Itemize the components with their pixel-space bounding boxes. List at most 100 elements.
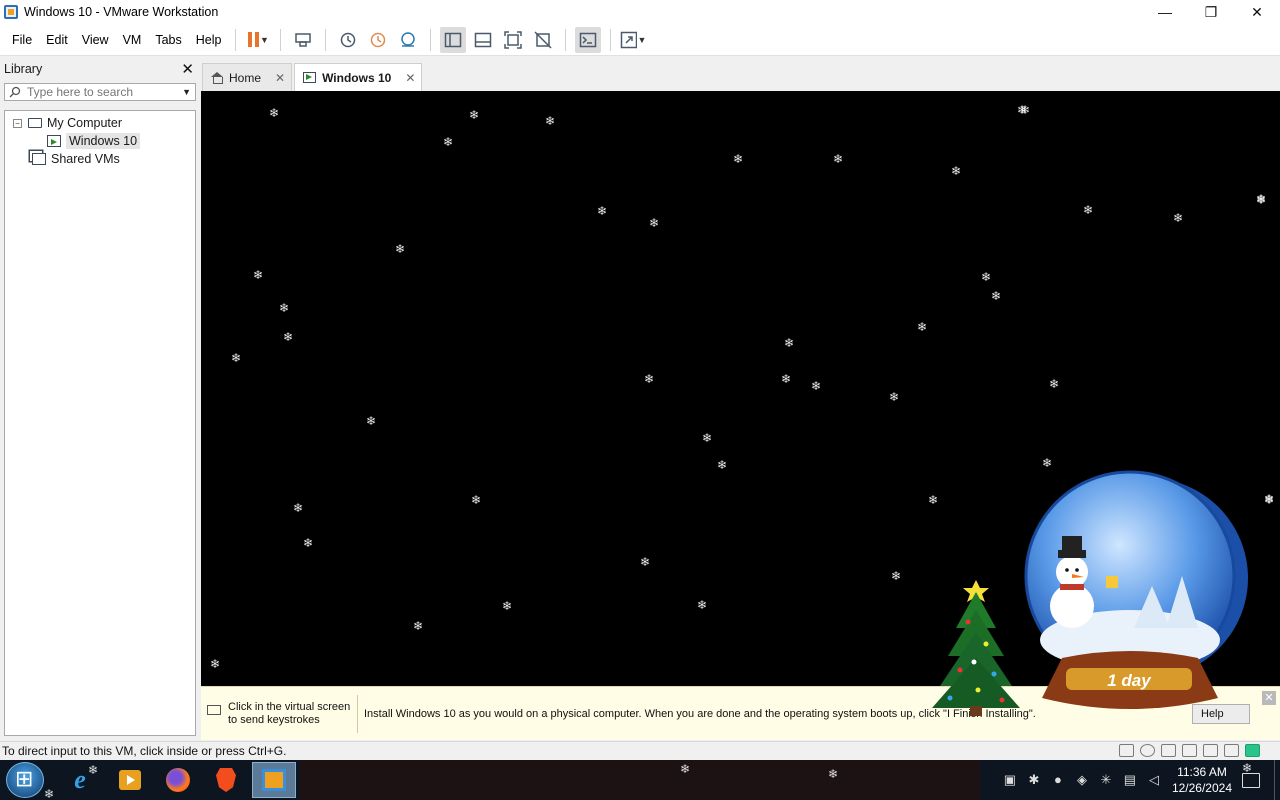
network-icon[interactable]: ▤ xyxy=(1123,773,1137,787)
vmware-icon xyxy=(262,769,286,791)
menu-help[interactable]: Help xyxy=(189,28,229,52)
tab-label: Home xyxy=(229,70,262,85)
snowflake-icon: ❄ xyxy=(1049,377,1060,391)
thumbnail-bar-button[interactable] xyxy=(470,27,496,53)
snowflake-icon: ❄ xyxy=(733,152,744,166)
volume-muted-icon[interactable]: ◁ xyxy=(1147,773,1161,787)
library-panel-icon xyxy=(445,32,462,47)
snowflake-icon: ❄ xyxy=(717,458,728,472)
network-adapter-icon[interactable] xyxy=(1161,744,1176,757)
snowflake-icon: ❄ xyxy=(231,351,242,365)
menu-edit[interactable]: Edit xyxy=(39,28,75,52)
close-library-button[interactable]: ✕ xyxy=(181,60,194,78)
console-view-button[interactable] xyxy=(575,26,602,53)
globe-countdown-label: 1 day xyxy=(1107,671,1152,690)
usb-controller-icon[interactable] xyxy=(1182,744,1197,757)
tree-item-label: Shared VMs xyxy=(51,152,120,166)
sound-card-icon[interactable] xyxy=(1224,744,1239,757)
library-search-box[interactable]: ▼ xyxy=(4,83,196,101)
computer-icon xyxy=(28,118,42,128)
brave-icon xyxy=(216,768,236,792)
tray-security-icon[interactable]: ◈ xyxy=(1075,773,1089,787)
tree-item-windows-10[interactable]: Windows 10 xyxy=(5,132,195,150)
revert-snapshot-button[interactable] xyxy=(365,27,391,53)
menu-vm[interactable]: VM xyxy=(116,28,149,52)
tray-app-icon[interactable]: ▣ xyxy=(1003,773,1017,787)
snowflake-icon: ❄ xyxy=(469,108,480,122)
chevron-down-icon[interactable]: ▼ xyxy=(638,35,647,45)
snapshot-manager-button[interactable] xyxy=(395,27,421,53)
tab-label: Windows 10 xyxy=(322,70,392,85)
console-icon xyxy=(580,32,597,47)
snowflake-icon: ❄ xyxy=(597,204,608,218)
menu-view[interactable]: View xyxy=(75,28,116,52)
vm-icon xyxy=(47,135,61,147)
tree-item-label: Windows 10 xyxy=(66,133,141,149)
tab-home[interactable]: Home ✕ xyxy=(202,63,293,91)
window-controls: — ❐ ✕ xyxy=(1142,0,1280,24)
snowflake-icon: ❄ xyxy=(781,372,792,386)
stretch-guest-button[interactable]: ▼ xyxy=(620,27,646,53)
take-snapshot-button[interactable] xyxy=(335,27,361,53)
media-player-icon xyxy=(119,770,141,790)
snowflake-icon: ❄ xyxy=(702,431,713,445)
info-separator xyxy=(357,695,358,733)
show-library-button[interactable] xyxy=(440,26,467,53)
snowflake-icon: ❄ xyxy=(649,216,660,230)
close-window-button[interactable]: ✕ xyxy=(1234,0,1280,24)
snowflake-icon: ❄ xyxy=(828,767,839,781)
toolbar-separator xyxy=(610,28,612,51)
hard-disk-icon[interactable] xyxy=(1119,744,1134,757)
vmware-app-icon xyxy=(4,5,18,19)
tray-color-icon[interactable]: ✱ xyxy=(1027,773,1041,787)
tab-strip: Home ✕ Windows 10 ✕ xyxy=(202,63,424,91)
taskbar-media-player[interactable] xyxy=(108,762,152,798)
taskbar-clock[interactable]: 11:36 AM 12/26/2024 xyxy=(1172,764,1232,796)
taskbar-brave[interactable] xyxy=(204,762,248,798)
tree-item-shared-vms[interactable]: Shared VMs xyxy=(5,150,195,168)
full-screen-icon xyxy=(504,30,523,49)
close-info-bar-button[interactable]: ✕ xyxy=(1262,691,1276,705)
suspend-button[interactable]: ▼ xyxy=(245,27,271,53)
library-search-input[interactable] xyxy=(27,85,183,99)
close-tab-button[interactable]: ✕ xyxy=(275,71,285,85)
printer-icon[interactable] xyxy=(1203,744,1218,757)
snowflake-icon: ❄ xyxy=(471,493,482,507)
tray-drop-icon[interactable]: ● xyxy=(1051,773,1065,787)
snowflake-icon: ❄ xyxy=(545,114,556,128)
keyboard-hint-text: Click in the virtual screen to send keys… xyxy=(228,701,350,727)
snowflake-icon: ❄ xyxy=(1264,493,1275,507)
start-button[interactable] xyxy=(6,762,44,798)
menu-tabs[interactable]: Tabs xyxy=(148,28,188,52)
collapse-toggle-icon[interactable]: − xyxy=(13,118,22,128)
message-log-icon[interactable] xyxy=(1245,744,1260,757)
close-tab-button[interactable]: ✕ xyxy=(405,71,415,85)
cd-dvd-icon[interactable] xyxy=(1140,744,1155,757)
tree-item-my-computer[interactable]: − My Computer xyxy=(5,114,195,132)
chevron-down-icon[interactable]: ▼ xyxy=(182,87,191,97)
snow-globe-icon: 1 day xyxy=(1024,470,1248,709)
vm-icon xyxy=(303,72,317,83)
toolbar-separator xyxy=(280,28,282,51)
maximize-button[interactable]: ❐ xyxy=(1188,0,1234,24)
library-tree: − My Computer Windows 10 Shared VMs xyxy=(4,110,196,736)
taskbar-vmware[interactable] xyxy=(252,762,296,798)
keyboard-hint-line2: to send keystrokes xyxy=(228,714,320,726)
snowflake-icon: ❄ xyxy=(210,657,221,671)
show-desktop-button[interactable] xyxy=(1274,760,1280,800)
unity-button[interactable] xyxy=(530,27,556,53)
thumbnail-bar-icon xyxy=(475,32,492,47)
snowflake-icon: ❄ xyxy=(366,414,377,428)
tab-windows-10[interactable]: Windows 10 ✕ xyxy=(294,63,423,91)
library-title: Library xyxy=(4,62,43,76)
send-ctrl-alt-del-button[interactable] xyxy=(290,27,316,53)
full-screen-button[interactable] xyxy=(500,27,526,53)
taskbar-firefox[interactable] xyxy=(156,762,200,798)
menu-file[interactable]: File xyxy=(5,28,39,52)
snowflake-icon: ❄ xyxy=(293,501,304,515)
home-icon xyxy=(211,72,223,84)
title-bar: Windows 10 - VMware Workstation — ❐ ✕ xyxy=(0,0,1280,24)
chevron-down-icon[interactable]: ▼ xyxy=(260,35,269,45)
tray-snow-icon[interactable]: ✳ xyxy=(1099,773,1113,787)
minimize-button[interactable]: — xyxy=(1142,0,1188,24)
